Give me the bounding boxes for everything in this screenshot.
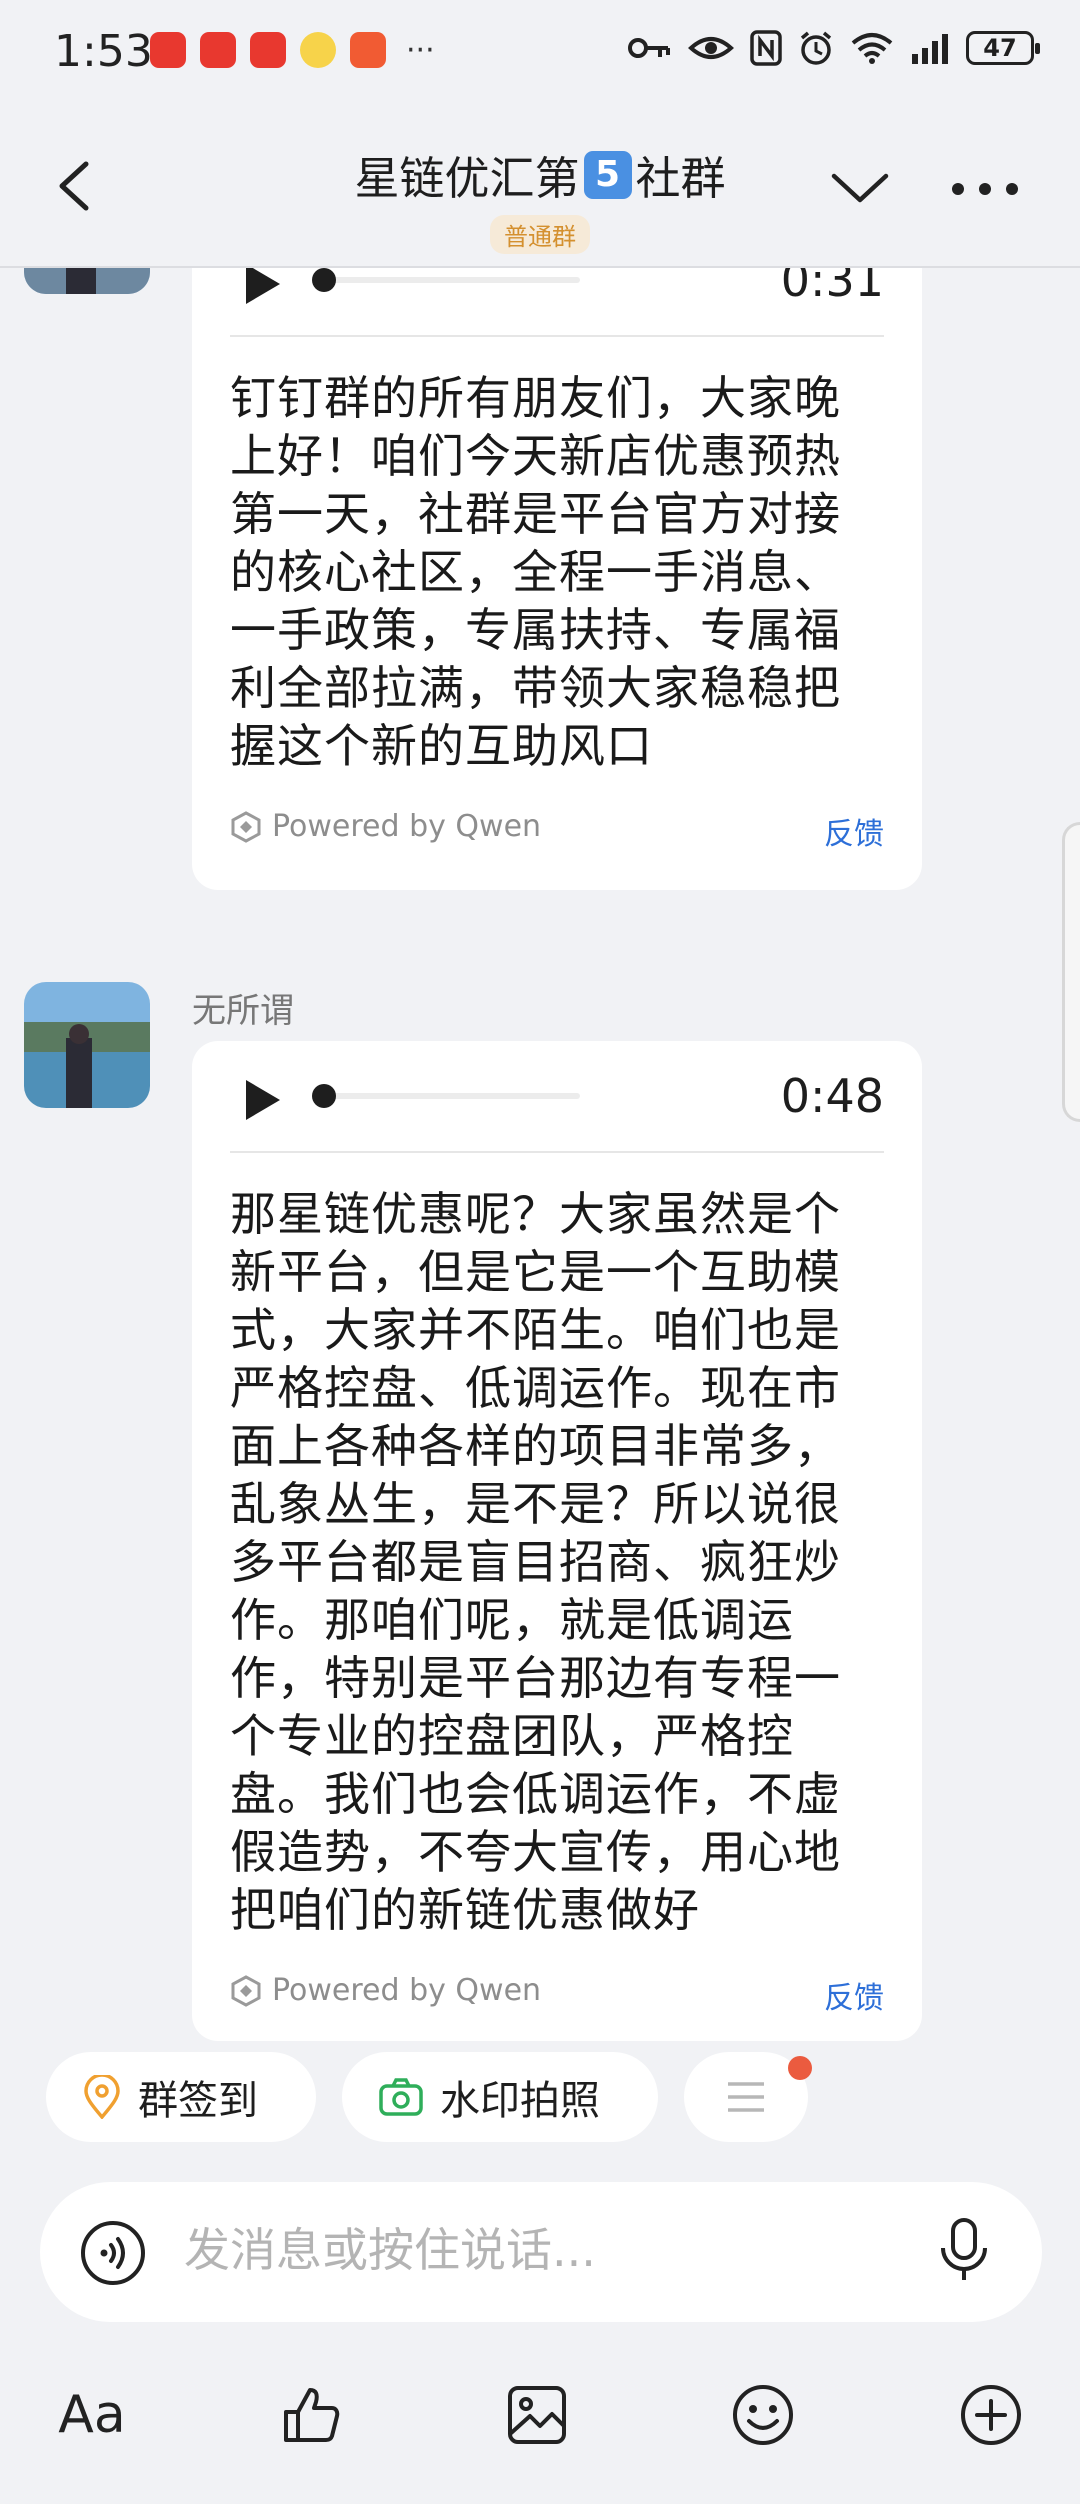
more-actions-button[interactable] (684, 2052, 812, 2142)
microphone-button[interactable] (936, 2216, 992, 2290)
audio-progress-thumb[interactable] (312, 268, 336, 292)
more-options-button[interactable] (950, 174, 1020, 204)
microphone-icon (941, 2218, 987, 2280)
more-notifications-icon: ··· (406, 32, 435, 68)
huawei-app-icon (250, 32, 286, 68)
audio-player: 0:48 (192, 1041, 922, 1151)
feedback-link[interactable]: 反馈 (824, 809, 884, 853)
audio-progress-thumb[interactable] (312, 1084, 336, 1108)
audio-duration: 0:48 (780, 1069, 884, 1123)
voice-wave-icon (81, 2221, 145, 2285)
notification-dot (788, 2056, 812, 2080)
emoji-button[interactable] (728, 2380, 798, 2450)
like-button[interactable] (276, 2380, 346, 2450)
checkin-label: 群签到 (138, 2078, 258, 2124)
message-input[interactable] (182, 2222, 886, 2278)
voice-transcript: 那星链优惠呢？大家虽然是个新平台，但是它是一个互助模式，大家并不陌生。咱们也是严… (230, 1187, 841, 1937)
battery-indicator: 47 (966, 31, 1040, 65)
side-drawer-handle[interactable] (1062, 822, 1080, 1122)
bottom-toolbar: Aa (0, 2370, 1080, 2460)
text-format-icon: Aa (58, 2385, 126, 2445)
nfc-icon (750, 30, 782, 66)
chevron-down-icon (831, 173, 889, 203)
qwen-logo-icon (231, 810, 261, 843)
divider (230, 335, 884, 337)
voice-mode-button[interactable] (80, 2220, 146, 2290)
chat-title-suffix: 社群 (635, 152, 726, 205)
audio-progress-track[interactable] (312, 1084, 580, 1108)
message-input-bar (40, 2182, 1042, 2322)
voice-message-bubble[interactable]: 0:31 钉钉群的所有朋友们，大家晚上好！咱们今天新店优惠预热第一天，社群是平台… (192, 225, 922, 890)
powered-by-text: Powered by Qwen (272, 1973, 542, 2008)
play-icon[interactable] (242, 1078, 282, 1122)
system-indicators: 47 (628, 30, 1040, 66)
emoji-icon (733, 2385, 793, 2445)
more-dots-icon (952, 183, 1018, 195)
feedback-link[interactable]: 反馈 (824, 1973, 884, 2017)
watermark-photo-button[interactable]: 水印拍照 (342, 2052, 658, 2142)
transcript-footer: Powered by Qwen 反馈 (230, 793, 884, 873)
notification-icons: ··· (150, 32, 435, 68)
thumbs-up-icon (284, 2388, 340, 2442)
watermark-photo-label: 水印拍照 (440, 2078, 600, 2124)
weibo-icon (300, 32, 336, 68)
powered-by-text: Powered by Qwen (272, 809, 542, 844)
play-icon[interactable] (242, 262, 282, 306)
sender-name: 无所谓 (192, 991, 294, 1031)
group-number-badge: 5 (583, 150, 632, 199)
image-button[interactable] (502, 2380, 572, 2450)
powered-by-label: Powered by Qwen (230, 1973, 541, 2008)
avatar[interactable] (24, 982, 150, 1108)
transcript-footer: Powered by Qwen 反馈 (230, 1957, 884, 2037)
status-bar: 1:53 ··· 47 (0, 0, 1080, 104)
location-pin-icon (84, 2075, 120, 2119)
chat-title: 星链优汇第 5 社群 (354, 142, 726, 207)
voice-transcript: 钉钉群的所有朋友们，大家晚上好！咱们今天新店优惠预热第一天，社群是平台官方对接的… (230, 371, 841, 773)
huawei-app-icon (200, 32, 236, 68)
camera-icon (379, 2078, 423, 2116)
divider (230, 1151, 884, 1153)
expand-button[interactable] (830, 168, 890, 208)
plus-circle-icon (961, 2385, 1021, 2445)
voice-message-bubble[interactable]: 0:48 那星链优惠呢？大家虽然是个新平台，但是它是一个互助模式，大家并不陌生。… (192, 1041, 922, 2041)
chat-title-area[interactable]: 星链优汇第 5 社群 普通群 (0, 142, 1080, 254)
audio-progress-track[interactable] (312, 268, 580, 292)
text-format-button[interactable]: Aa (52, 2380, 132, 2450)
status-time: 1:53 (54, 26, 153, 77)
group-type-tag: 普通群 (490, 215, 590, 254)
qwen-logo-icon (231, 1974, 261, 2007)
powered-by-label: Powered by Qwen (230, 809, 541, 844)
wifi-icon (851, 33, 893, 64)
chat-title-prefix: 星链优汇第 (354, 152, 580, 205)
huawei-app-icon (150, 32, 186, 68)
image-icon (508, 2386, 566, 2444)
eye-icon (688, 37, 734, 59)
chat-header: 星链优汇第 5 社群 普通群 (0, 104, 1080, 268)
app-notification-icon (350, 32, 386, 68)
alarm-icon (800, 31, 832, 65)
signal-icon (912, 34, 948, 64)
key-icon (628, 38, 670, 58)
menu-lines-icon (728, 2082, 764, 2112)
quick-actions-bar: 群签到 水印拍照 (0, 2052, 1080, 2144)
add-button[interactable] (956, 2380, 1026, 2450)
group-checkin-button[interactable]: 群签到 (46, 2052, 316, 2142)
